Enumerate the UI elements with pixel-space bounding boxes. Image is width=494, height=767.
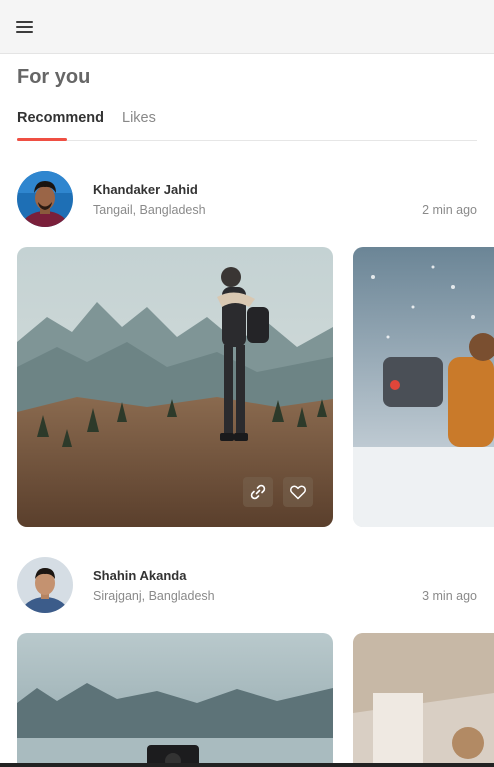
tab-likes[interactable]: Likes — [122, 110, 156, 126]
post-photo[interactable] — [17, 633, 333, 767]
bottom-edge — [0, 763, 494, 767]
author-name[interactable]: Khandaker Jahid — [93, 182, 198, 197]
post-photo[interactable] — [353, 633, 494, 767]
like-button[interactable] — [283, 477, 313, 507]
hamburger-menu-icon[interactable] — [14, 16, 36, 38]
page-title: For you — [17, 66, 91, 88]
post-photo[interactable] — [353, 247, 494, 527]
author-location: Sirajganj, Bangladesh — [93, 589, 215, 603]
post-timestamp: 2 min ago — [422, 203, 477, 217]
post-timestamp: 3 min ago — [422, 589, 477, 603]
heart-icon — [290, 485, 306, 500]
avatar[interactable] — [17, 171, 73, 227]
tab-bar: Recommend Likes — [17, 104, 477, 141]
copy-link-button[interactable] — [243, 477, 273, 507]
tab-recommend[interactable]: Recommend — [17, 110, 104, 126]
link-icon — [250, 484, 266, 500]
active-tab-indicator — [17, 138, 67, 141]
author-location: Tangail, Bangladesh — [93, 203, 206, 217]
post-header: Khandaker Jahid Tangail, Bangladesh 2 mi… — [17, 171, 477, 227]
author-name[interactable]: Shahin Akanda — [93, 568, 186, 583]
post-header: Shahin Akanda Sirajganj, Bangladesh 3 mi… — [17, 557, 477, 613]
top-app-bar — [0, 0, 494, 54]
avatar[interactable] — [17, 557, 73, 613]
